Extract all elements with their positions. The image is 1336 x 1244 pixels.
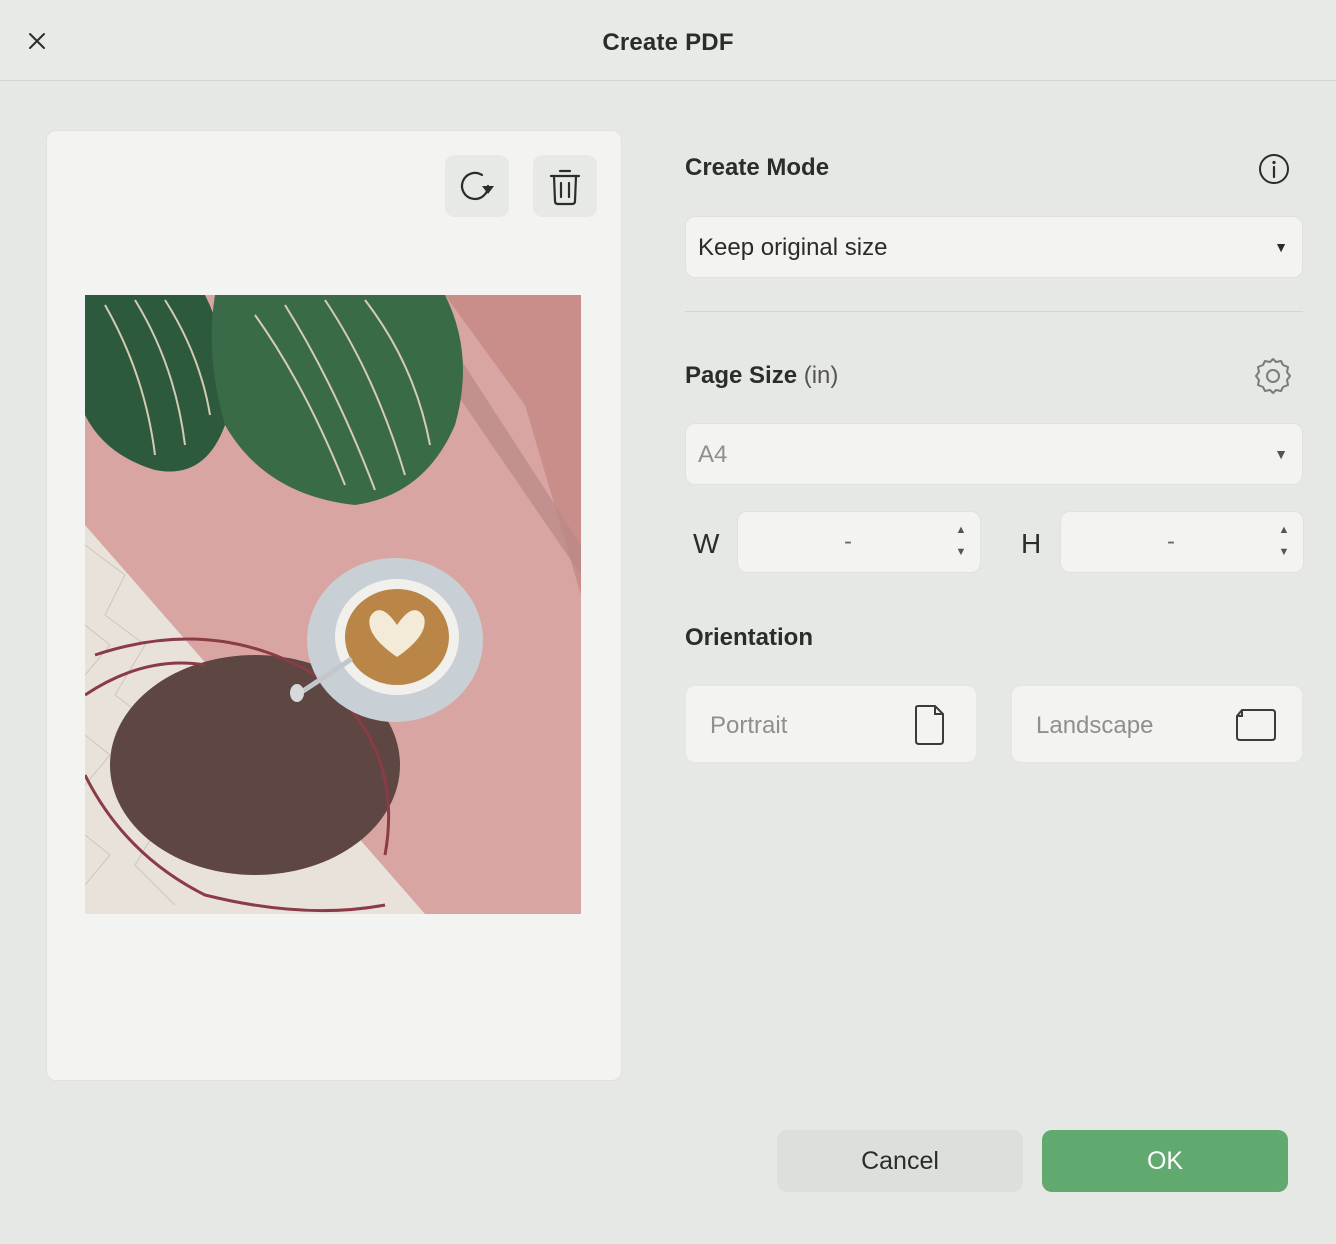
width-label: W bbox=[693, 528, 720, 559]
page-size-value: A4 bbox=[698, 441, 728, 468]
landscape-label: Landscape bbox=[1036, 712, 1154, 739]
height-label: H bbox=[1021, 528, 1042, 559]
page-preview-card bbox=[46, 130, 622, 1081]
gear-icon[interactable] bbox=[1253, 356, 1293, 396]
height-value: - bbox=[1167, 528, 1175, 555]
title-bar: Create PDF bbox=[0, 0, 1336, 81]
landscape-button[interactable]: Landscape bbox=[1011, 685, 1303, 763]
orientation-heading: Orientation bbox=[685, 624, 814, 651]
portrait-button[interactable]: Portrait bbox=[685, 685, 977, 763]
dialog-title: Create PDF bbox=[602, 29, 734, 56]
create-mode-select[interactable]: Keep original size ▼ bbox=[685, 216, 1303, 278]
rotate-icon[interactable] bbox=[456, 166, 498, 206]
section-divider bbox=[685, 311, 1303, 312]
trash-icon[interactable] bbox=[545, 165, 585, 207]
increment-height-icon[interactable]: ▲ bbox=[1277, 524, 1291, 538]
rotate-button[interactable] bbox=[445, 155, 509, 217]
page-size-heading: Page Size (in) bbox=[685, 362, 838, 390]
portrait-page-icon bbox=[915, 705, 944, 745]
portrait-label: Portrait bbox=[710, 712, 788, 739]
chevron-down-icon: ▼ bbox=[1274, 239, 1288, 255]
landscape-page-icon bbox=[1236, 709, 1276, 741]
increment-width-icon[interactable]: ▲ bbox=[954, 524, 968, 538]
page-size-select[interactable]: A4 ▼ bbox=[685, 423, 1303, 485]
delete-button[interactable] bbox=[533, 155, 597, 217]
chevron-down-icon: ▼ bbox=[1274, 446, 1288, 462]
width-stepper[interactable]: - ▲ ▼ bbox=[737, 511, 981, 573]
decrement-height-icon[interactable]: ▼ bbox=[1277, 546, 1291, 560]
info-icon[interactable] bbox=[1257, 152, 1291, 186]
page-thumbnail-image bbox=[85, 295, 581, 914]
page-size-unit: (in) bbox=[803, 362, 839, 389]
ok-button[interactable]: OK bbox=[1042, 1130, 1288, 1192]
decrement-width-icon[interactable]: ▼ bbox=[954, 546, 968, 560]
height-stepper[interactable]: - ▲ ▼ bbox=[1060, 511, 1304, 573]
page-size-heading-text: Page Size bbox=[685, 362, 798, 389]
cancel-button[interactable]: Cancel bbox=[777, 1130, 1023, 1192]
create-mode-heading: Create Mode bbox=[685, 154, 830, 181]
create-mode-value: Keep original size bbox=[698, 234, 888, 261]
width-value: - bbox=[844, 528, 852, 555]
